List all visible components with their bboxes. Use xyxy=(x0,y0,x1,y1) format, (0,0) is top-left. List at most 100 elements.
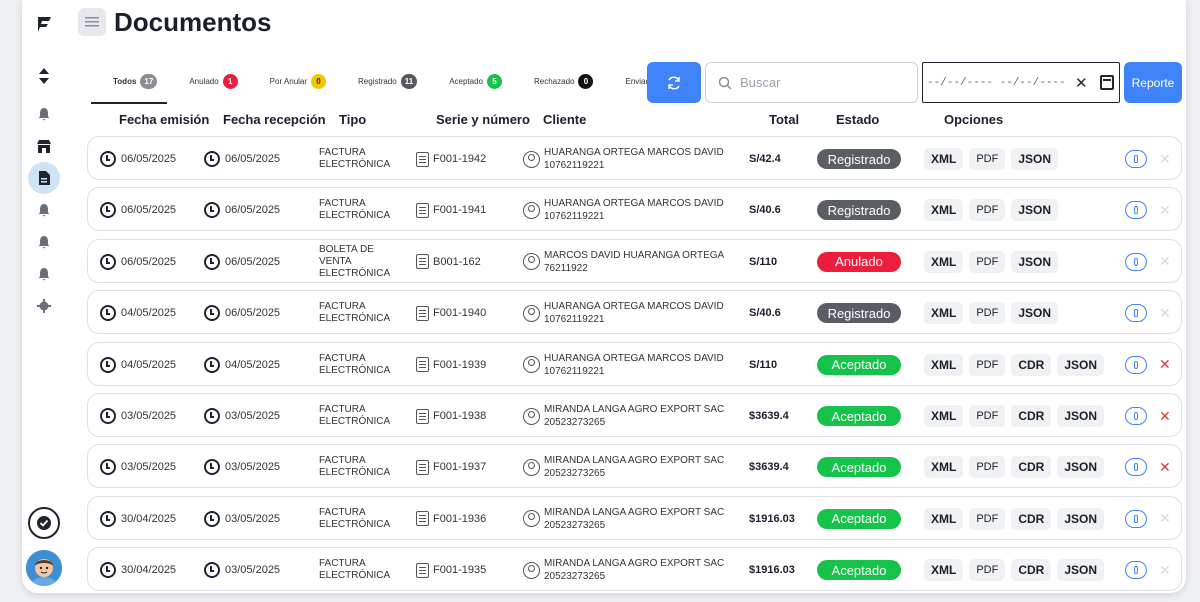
actions-cell: ✕ xyxy=(1125,240,1171,284)
fecha-emision: 30/04/2025 xyxy=(121,564,177,577)
refresh-button[interactable] xyxy=(647,62,701,103)
xml-button[interactable]: XML xyxy=(924,148,964,170)
avatar[interactable] xyxy=(26,550,62,586)
xml-button[interactable]: XML xyxy=(924,302,964,325)
pdf-button[interactable]: PDF xyxy=(969,250,1006,273)
gear-icon[interactable] xyxy=(28,290,60,322)
table-row[interactable]: 03/05/2025 03/05/2025 FACTURA ELECTRÓNICA F0… xyxy=(87,444,1182,489)
clear-date-icon[interactable]: ✕ xyxy=(1075,74,1088,92)
menu-button[interactable] xyxy=(78,8,106,36)
table-row[interactable]: 06/05/2025 06/05/2025 FACTURA ELECTRÓNICA F0… xyxy=(87,136,1182,180)
actions-cell: ✕ xyxy=(1125,188,1171,232)
search-input[interactable] xyxy=(740,75,900,90)
json-button[interactable]: JSON xyxy=(1057,456,1105,479)
xml-button[interactable]: XML xyxy=(924,353,964,376)
tab-rechazado[interactable]: Rechazado 0 xyxy=(512,66,603,96)
opciones-cell: XML PDF CDR JSON xyxy=(924,497,1110,541)
cancel-icon[interactable]: ✕ xyxy=(1159,356,1171,373)
bell-icon[interactable] xyxy=(28,98,60,130)
cdr-button[interactable]: CDR xyxy=(1011,559,1052,582)
pdf-button[interactable]: PDF xyxy=(969,353,1006,376)
user-icon xyxy=(523,561,540,579)
xml-button[interactable]: XML xyxy=(924,199,964,222)
xml-button[interactable]: XML xyxy=(924,559,964,582)
pdf-button[interactable]: PDF xyxy=(969,559,1006,582)
json-button[interactable]: JSON xyxy=(1057,507,1105,530)
details-icon[interactable] xyxy=(1125,458,1147,477)
clock-icon xyxy=(204,305,220,322)
tab-anulado[interactable]: Anulado 1 xyxy=(167,66,247,96)
date-range-text[interactable]: --/--/---- --/--/---- xyxy=(927,77,1067,89)
details-icon[interactable] xyxy=(1125,355,1147,374)
fecha-emision-cell: 06/05/2025 xyxy=(100,137,176,181)
cdr-button[interactable]: CDR xyxy=(1011,456,1052,479)
logo-icon[interactable] xyxy=(28,8,60,40)
document-icon xyxy=(416,459,429,475)
table-row[interactable]: 06/05/2025 06/05/2025 FACTURA ELECTRÓNICA F0… xyxy=(87,187,1182,232)
search-box[interactable] xyxy=(705,62,918,103)
pdf-button[interactable]: PDF xyxy=(969,405,1006,427)
pdf-button[interactable]: PDF xyxy=(969,148,1006,170)
json-button[interactable]: JSON xyxy=(1057,353,1105,376)
details-icon[interactable] xyxy=(1125,561,1147,580)
tipo-line: ELECTRÓNICA xyxy=(319,570,391,582)
details-icon[interactable] xyxy=(1125,252,1147,271)
cdr-button[interactable]: CDR xyxy=(1011,405,1052,427)
pdf-button[interactable]: PDF xyxy=(969,456,1006,479)
report-button[interactable]: Reporte xyxy=(1124,62,1182,103)
tab-aceptado[interactable]: Aceptado 5 xyxy=(427,66,512,96)
json-button[interactable]: JSON xyxy=(1057,559,1105,582)
tab-registrado[interactable]: Registrado 11 xyxy=(336,66,427,96)
pdf-button[interactable]: PDF xyxy=(969,302,1006,325)
details-icon[interactable] xyxy=(1125,150,1147,168)
json-button[interactable]: JSON xyxy=(1057,405,1105,427)
cancel-icon[interactable]: ✕ xyxy=(1159,459,1171,476)
details-icon[interactable] xyxy=(1125,407,1147,425)
table-row[interactable]: 04/05/2025 06/05/2025 FACTURA ELECTRÓNICA F0… xyxy=(87,290,1182,335)
date-range-picker[interactable]: --/--/---- --/--/---- ✕ xyxy=(922,62,1120,103)
table-row[interactable]: 06/05/2025 06/05/2025 BOLETA DE VENTA ELECTR… xyxy=(87,238,1182,284)
table-header: Fecha emisión Fecha recepción Tipo Serie… xyxy=(91,110,1186,132)
store-icon[interactable] xyxy=(28,130,60,162)
table-row[interactable]: 30/04/2025 03/05/2025 FACTURA ELECTRÓNICA F0… xyxy=(87,547,1182,592)
check-circle-icon[interactable] xyxy=(28,507,60,539)
opciones-cell: XML PDF CDR JSON xyxy=(924,343,1110,387)
cancel-icon[interactable]: ✕ xyxy=(1159,408,1171,425)
clock-icon xyxy=(100,459,116,476)
bell-icon[interactable] xyxy=(28,194,60,226)
serie-cell: F001-1942 xyxy=(416,137,486,181)
xml-button[interactable]: XML xyxy=(924,456,964,479)
estado-cell: Registrado xyxy=(817,188,901,232)
actions-cell: ✕ xyxy=(1125,445,1171,489)
details-icon[interactable] xyxy=(1125,201,1147,220)
table-row[interactable]: 03/05/2025 03/05/2025 FACTURA ELECTRÓNICA F0… xyxy=(87,393,1182,437)
xml-button[interactable]: XML xyxy=(924,507,964,530)
document-icon[interactable] xyxy=(28,162,60,194)
sort-icon[interactable] xyxy=(28,60,60,92)
json-button[interactable]: JSON xyxy=(1011,250,1059,273)
pdf-button[interactable]: PDF xyxy=(969,507,1006,530)
tipo-line: ELECTRÓNICA xyxy=(319,416,391,427)
status-badge: Aceptado xyxy=(817,406,901,426)
tab-todos[interactable]: Todos 17 xyxy=(91,66,168,104)
table-row[interactable]: 04/05/2025 04/05/2025 FACTURA ELECTRÓNICA F0… xyxy=(87,341,1182,387)
xml-button[interactable]: XML xyxy=(924,250,964,273)
cdr-button[interactable]: CDR xyxy=(1011,353,1052,376)
estado-cell: Registrado xyxy=(817,137,901,181)
details-icon[interactable] xyxy=(1125,509,1147,528)
cdr-button[interactable]: CDR xyxy=(1011,507,1052,530)
table-row[interactable]: 30/04/2025 03/05/2025 FACTURA ELECTRÓNICA F0… xyxy=(87,495,1182,541)
xml-button[interactable]: XML xyxy=(924,405,964,427)
bell-icon[interactable] xyxy=(28,226,60,258)
tab-por-anular[interactable]: Por Anular 0 xyxy=(248,66,336,96)
opciones-cell: XML PDF JSON xyxy=(924,137,1064,181)
json-button[interactable]: JSON xyxy=(1011,302,1059,325)
details-icon[interactable] xyxy=(1125,304,1147,323)
json-button[interactable]: JSON xyxy=(1011,148,1059,170)
bell-icon[interactable] xyxy=(28,258,60,290)
calendar-icon[interactable] xyxy=(1099,75,1114,90)
pdf-button[interactable]: PDF xyxy=(969,199,1006,222)
fecha-emision-cell: 30/04/2025 xyxy=(100,497,176,541)
estado-cell: Aceptado xyxy=(817,445,901,489)
json-button[interactable]: JSON xyxy=(1011,199,1059,222)
